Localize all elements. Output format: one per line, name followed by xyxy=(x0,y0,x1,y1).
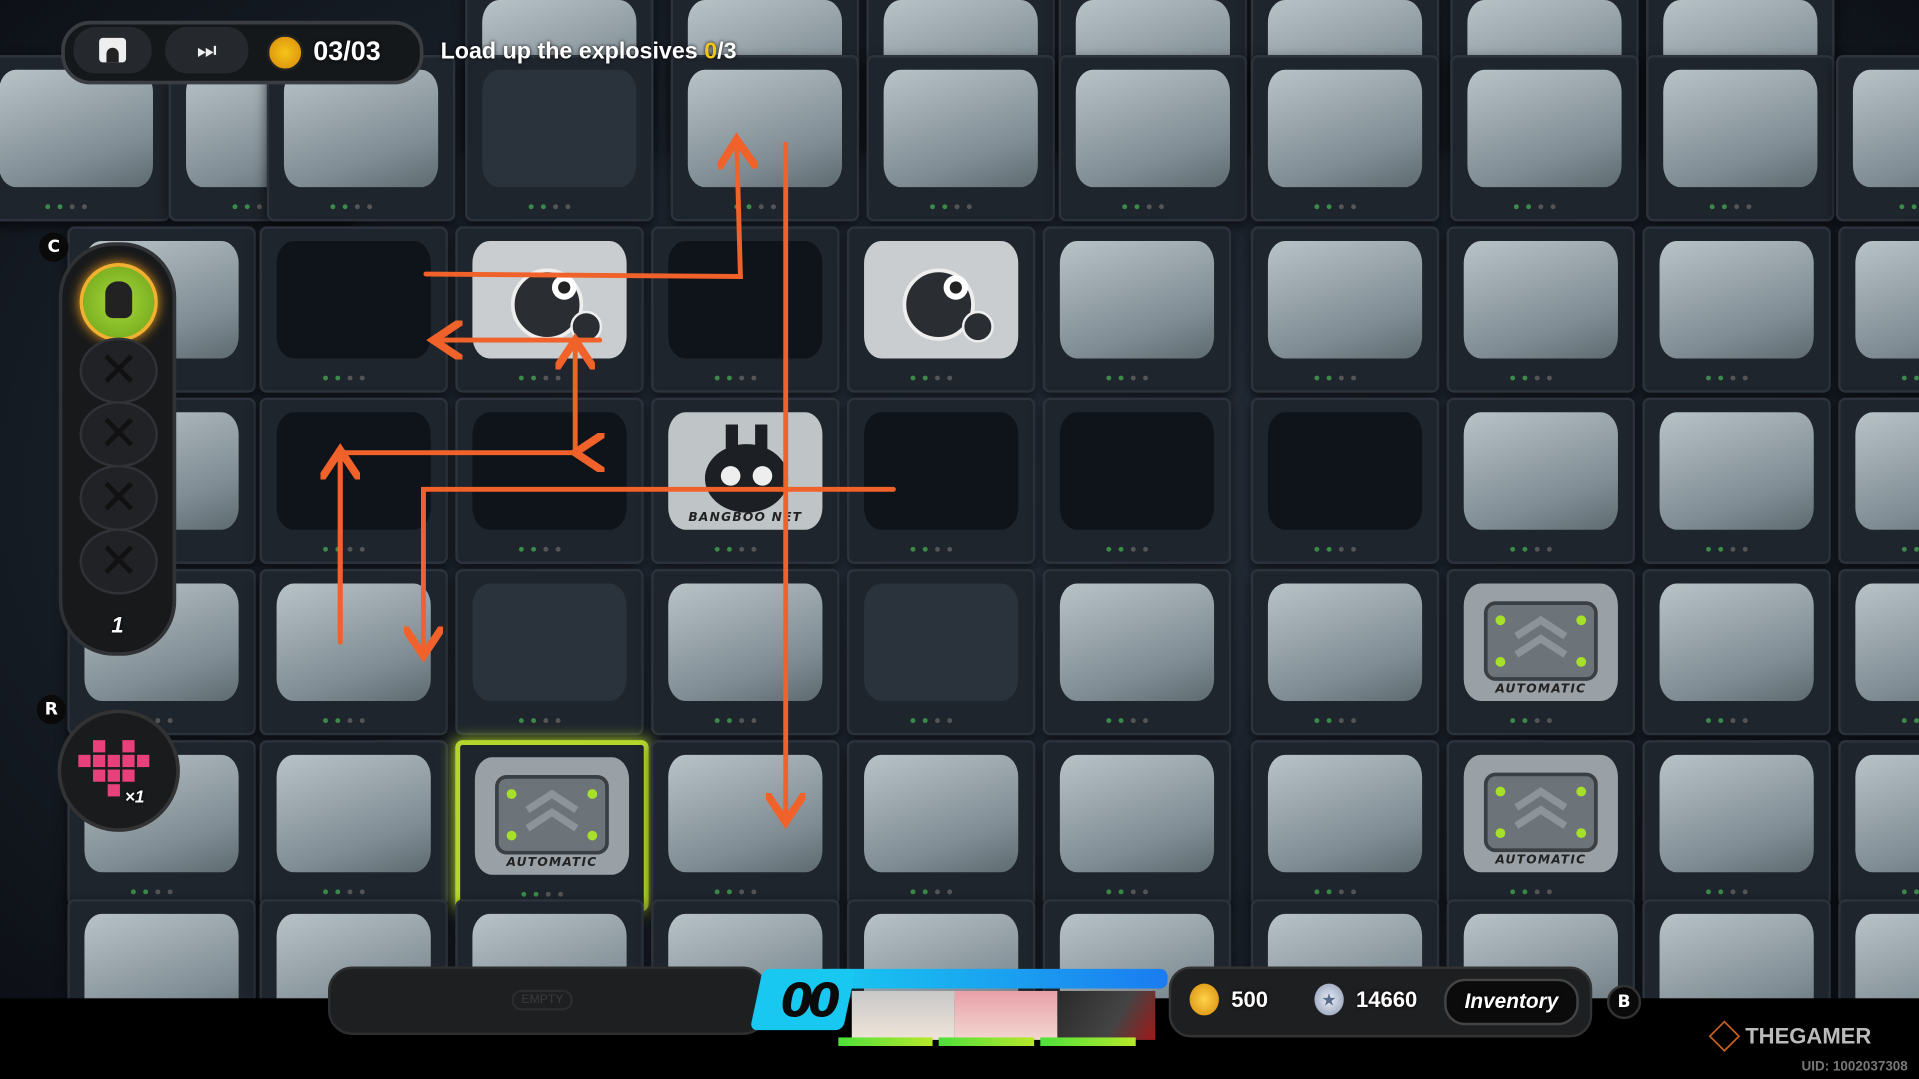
profile-button[interactable] xyxy=(73,26,152,74)
x-icon: ✕ xyxy=(98,534,140,589)
pattern-multiplier: ×1 xyxy=(124,786,145,807)
c-key-hint: C xyxy=(39,232,69,262)
heart-pattern-icon xyxy=(78,740,150,797)
skip-button[interactable]: ⏭ xyxy=(165,26,249,74)
empty-slot-3: ✕ xyxy=(79,464,158,531)
pattern-button[interactable]: ×1 xyxy=(57,709,180,832)
agent-portrait-3[interactable] xyxy=(1057,990,1156,1040)
hp-bar-3 xyxy=(1040,1037,1136,1047)
b-key-hint: B xyxy=(1606,984,1642,1020)
agent-portrait-1[interactable] xyxy=(851,990,955,1040)
thegamer-logo-icon xyxy=(1708,1020,1741,1052)
person-icon xyxy=(99,37,127,63)
empty-slot-1: ✕ xyxy=(79,337,158,404)
squad-energy-bar xyxy=(829,968,1168,989)
gold-coin-icon xyxy=(1189,983,1219,1016)
squad-panel: 00 xyxy=(749,968,1168,1040)
uid-text: UID: 1002037308 xyxy=(1801,1059,1908,1075)
r-key-hint: R xyxy=(36,694,67,725)
arrow-7 xyxy=(423,486,896,650)
bangboo-bomb-item[interactable] xyxy=(79,263,158,342)
arrow-5 xyxy=(337,453,580,642)
agent-portrait-2[interactable] xyxy=(954,990,1058,1040)
arrow-1 xyxy=(423,144,741,279)
squad-number: 00 xyxy=(780,973,841,1028)
game-screen: BANGBOO NET AUTOMATIC AUTOMATIC AUTOMATIC ⏭… xyxy=(0,0,1919,1079)
hp-bar-2 xyxy=(938,1037,1035,1047)
item-queue-panel[interactable]: ✕ ✕ ✕ ✕ 1 xyxy=(58,242,177,656)
thegamer-watermark: THEGAMER xyxy=(1708,1020,1871,1052)
empty-label: EMPTY xyxy=(511,989,574,1011)
path-arrows xyxy=(0,0,896,1079)
hp-bar-1 xyxy=(838,1037,933,1047)
bangboo-icon xyxy=(105,281,133,319)
gear-count: 03/03 xyxy=(313,35,381,67)
item-count: 1 xyxy=(111,612,124,638)
empty-slot-4: ✕ xyxy=(79,528,158,595)
star-coin-icon: ★ xyxy=(1314,983,1344,1016)
gold-amount: 500 xyxy=(1231,987,1268,1012)
x-icon: ✕ xyxy=(98,407,140,462)
objective-text: Load up the explosives 0/3 xyxy=(440,39,737,65)
x-icon: ✕ xyxy=(98,343,140,398)
x-icon: ✕ xyxy=(98,471,140,525)
empty-slot-2: ✕ xyxy=(79,401,158,468)
empty-slot-bar: EMPTY xyxy=(327,966,768,1035)
gear-coin-icon xyxy=(266,34,304,71)
inventory-button[interactable]: Inventory xyxy=(1444,978,1579,1026)
fast-forward-icon: ⏭ xyxy=(196,37,217,62)
star-amount: 14660 xyxy=(1356,987,1418,1012)
